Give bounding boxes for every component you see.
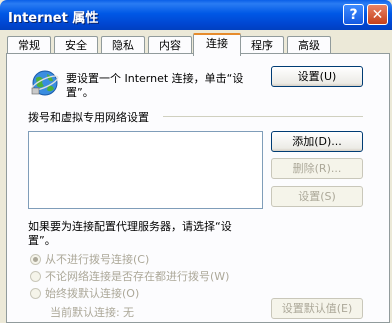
tab-advanced[interactable]: 高级 — [287, 36, 331, 54]
window-title: Internet 属性 — [8, 11, 99, 26]
help-button[interactable]: ? — [343, 4, 364, 25]
connection-list[interactable] — [28, 131, 263, 209]
tab-programs[interactable]: 程序 — [240, 36, 284, 54]
option-dial-when-no-network[interactable]: 不论网络连接是否存在都进行拨号(W) — [30, 268, 229, 284]
tab-privacy[interactable]: 隐私 — [101, 36, 145, 54]
option-label: 从不进行拨号连接(C) — [45, 253, 150, 266]
radio-button[interactable] — [30, 288, 41, 299]
setup-button[interactable]: 设置(U) — [271, 66, 363, 87]
proxy-text-line2: 置”。 — [28, 234, 56, 247]
tab-connections[interactable]: 连接 — [193, 33, 241, 56]
set-default-button[interactable]: 设置默认值(E) — [271, 298, 363, 319]
dialup-group-label: 拨号和虚拟专用网络设置 — [28, 111, 149, 124]
tab-content[interactable]: 内容 — [148, 36, 192, 54]
dialup-settings-button[interactable]: 设置(S) — [271, 186, 363, 207]
tab-strip: 常规 安全 隐私 内容 连接 程序 高级 — [7, 33, 387, 56]
proxy-text-line1: 如果要为连接配置代理服务器，请选择“设 — [28, 220, 232, 233]
globe-network-icon — [31, 70, 59, 96]
option-never-dial[interactable]: 从不进行拨号连接(C) — [30, 251, 149, 267]
default-connection-label: 当前默认连接: — [50, 306, 120, 319]
group-divider — [163, 116, 363, 117]
radio-button[interactable] — [30, 254, 41, 265]
option-always-dial[interactable]: 始终拨默认连接(O) — [30, 285, 139, 301]
radio-button[interactable] — [30, 271, 41, 282]
setup-text-line2: 置”。 — [66, 86, 94, 99]
option-label: 不论网络连接是否存在都进行拨号(W) — [45, 270, 230, 283]
add-button[interactable]: 添加(D)... — [271, 131, 363, 152]
default-connection-value: 无 — [123, 306, 134, 319]
tab-security[interactable]: 安全 — [54, 36, 98, 54]
remove-button[interactable]: 删除(R)... — [271, 158, 363, 179]
tab-general[interactable]: 常规 — [7, 36, 51, 54]
option-label: 始终拨默认连接(O) — [45, 287, 140, 300]
close-button[interactable]: ✕ — [367, 4, 388, 25]
title-bar: Internet 属性 ? ✕ — [0, 0, 392, 30]
